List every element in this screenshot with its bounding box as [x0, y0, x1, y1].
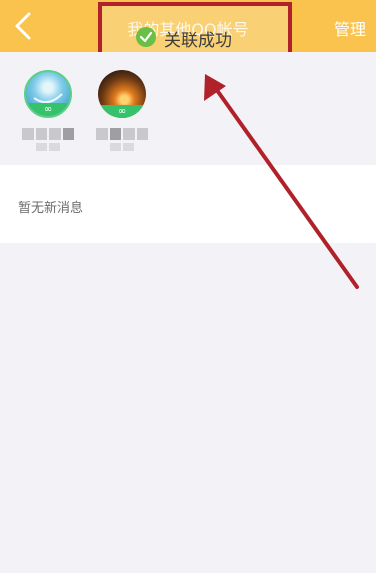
link-badge: ∞ [26, 103, 70, 116]
messages-panel: 暂无新消息 [0, 165, 376, 243]
account-id-blurred [110, 143, 134, 151]
linked-accounts-list: ∞ ∞ [0, 52, 376, 160]
account-item-2[interactable]: ∞ [92, 70, 152, 151]
avatar: ∞ [98, 70, 146, 118]
avatar: ∞ [24, 70, 72, 118]
account-item-1[interactable]: ∞ [18, 70, 78, 151]
manage-button[interactable]: 管理 [334, 16, 366, 40]
empty-state-text: 暂无新消息 [18, 201, 84, 216]
account-id-blurred [36, 143, 60, 151]
account-name-blurred [96, 128, 148, 140]
link-badge: ∞ [98, 105, 146, 118]
account-name-blurred [22, 128, 74, 140]
